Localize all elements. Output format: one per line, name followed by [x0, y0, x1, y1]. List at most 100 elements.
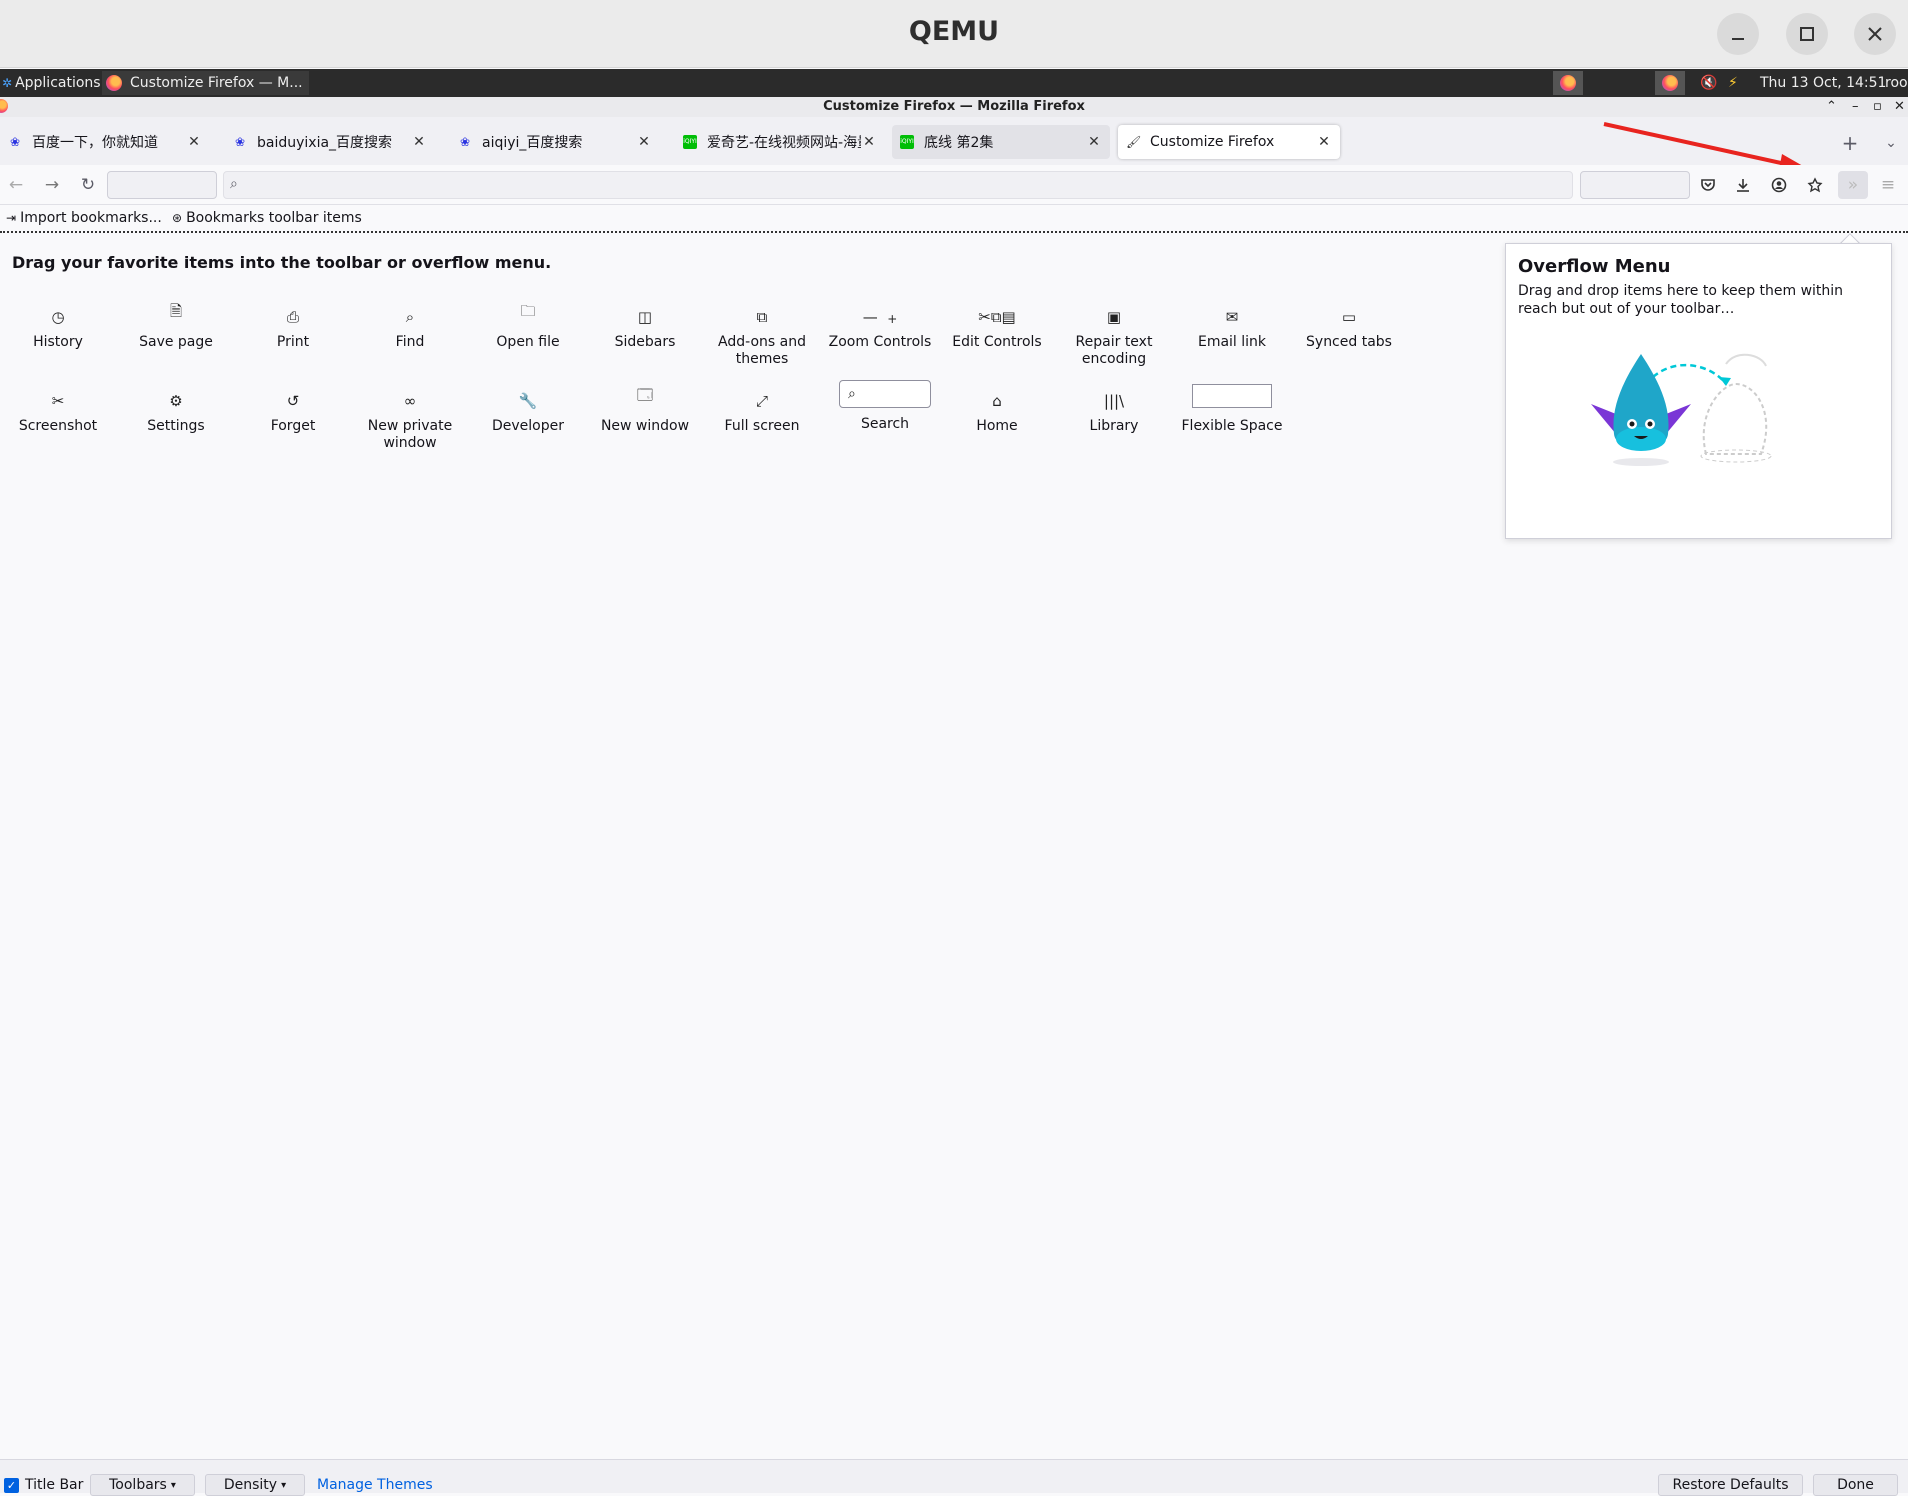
- palette-label: Find: [395, 334, 425, 350]
- palette-item-full-screen[interactable]: ⤢ Full screen: [707, 384, 817, 435]
- tab[interactable]: iQIYI 爱奇艺-在线视频网站-海量正 ✕: [675, 125, 885, 159]
- baidu-paw-icon: ❀: [9, 135, 21, 149]
- flexible-space-placeholder[interactable]: [107, 171, 217, 199]
- tab[interactable]: iQIYI 底线 第2集 ✕: [892, 125, 1110, 159]
- density-label: Density: [223, 1477, 278, 1493]
- overflow-menu-panel[interactable]: Overflow Menu Drag and drop items here t…: [1505, 243, 1892, 539]
- palette-item-open-file[interactable]: 🗀 Open file: [473, 300, 583, 351]
- palette-label: Library: [1089, 418, 1139, 434]
- pocket-icon[interactable]: [1696, 173, 1720, 197]
- palette-label: Print: [276, 334, 310, 350]
- print-icon: ⎙: [286, 308, 299, 326]
- search-icon: ⌕: [230, 176, 238, 192]
- palette-item-settings[interactable]: ⚙ Settings: [121, 384, 231, 435]
- applications-menu[interactable]: ✲ Applications: [2, 69, 101, 97]
- close-tab-icon[interactable]: ✕: [186, 134, 202, 150]
- sidebars-icon: ◫: [637, 308, 653, 326]
- window-minimize-icon[interactable]: –: [1852, 97, 1859, 117]
- flexible-space-placeholder[interactable]: [1580, 171, 1690, 199]
- home-icon: ⌂: [992, 392, 1002, 410]
- palette-item-library[interactable]: |||\ Library: [1059, 384, 1169, 435]
- palette-label: Flexible Space: [1181, 418, 1283, 434]
- list-all-tabs-icon[interactable]: ⌄: [1879, 131, 1903, 155]
- palette-item-repair-text-encoding[interactable]: ▣ Repair text encoding: [1059, 300, 1169, 368]
- tab-label: baiduyixia_百度搜索: [257, 135, 393, 151]
- maximize-icon[interactable]: [1786, 13, 1828, 55]
- palette-item-sidebars[interactable]: ◫ Sidebars: [590, 300, 700, 351]
- overflow-chevron-icon[interactable]: »: [1838, 171, 1868, 199]
- library-icon: |||\: [1103, 392, 1125, 410]
- palette-item-forget[interactable]: ↺ Forget: [238, 384, 348, 435]
- new-tab-icon[interactable]: +: [1838, 131, 1862, 155]
- palette-item-home[interactable]: ⌂ Home: [942, 384, 1052, 435]
- account-icon[interactable]: [1767, 173, 1791, 197]
- palette-item-screenshot[interactable]: ✂ Screenshot: [3, 384, 113, 435]
- palette-item-find[interactable]: ⌕ Find: [355, 300, 465, 351]
- bookmark-star-icon: ⊛: [172, 211, 183, 225]
- close-tab-icon[interactable]: ✕: [1316, 134, 1332, 150]
- addons-icon: ⧉: [756, 308, 768, 326]
- firefox-tray-icon-2[interactable]: [1655, 71, 1685, 95]
- palette-item-print[interactable]: ⎙ Print: [238, 300, 348, 351]
- palette-item-addons[interactable]: ⧉ Add-ons and themes: [707, 300, 817, 368]
- open-file-icon: 🗀: [520, 302, 536, 320]
- palette-label: Sidebars: [614, 334, 676, 350]
- tab[interactable]: ❀ aiqiyi_百度搜索 ✕: [450, 125, 660, 159]
- chevron-down-icon: ▾: [281, 1479, 287, 1491]
- window-close-icon[interactable]: ✕: [1894, 97, 1905, 117]
- network-icon[interactable]: ⚡: [1728, 69, 1738, 97]
- minimize-icon[interactable]: [1717, 13, 1759, 55]
- tab[interactable]: ❀ 百度一下，你就知道 ✕: [0, 125, 210, 159]
- import-icon: ⇥: [6, 211, 17, 225]
- close-tab-icon[interactable]: ✕: [861, 134, 877, 150]
- address-bar[interactable]: ⌕: [223, 171, 1573, 199]
- palette-item-search[interactable]: ⌕ Search: [830, 380, 940, 433]
- forward-icon[interactable]: →: [40, 173, 64, 197]
- palette-label: New private window: [367, 418, 453, 451]
- close-tab-icon[interactable]: ✕: [411, 134, 427, 150]
- palette-item-developer[interactable]: 🔧 Developer: [473, 384, 583, 435]
- palette-label: Forget: [270, 418, 316, 434]
- palette-label: History: [33, 334, 83, 350]
- bookmarks-toolbar-items[interactable]: ⊛ Bookmarks toolbar items: [172, 210, 362, 226]
- window-shade-icon[interactable]: ⌃: [1826, 97, 1837, 117]
- window-title: Customize Firefox — Mozilla Firefox: [823, 99, 1085, 114]
- zoom-icon: — +: [862, 308, 898, 326]
- palette-item-new-private-window[interactable]: ∞ New private window: [355, 384, 465, 452]
- title-bar-checkbox[interactable]: ✓ Title Bar: [4, 1477, 83, 1493]
- palette-item-zoom-controls[interactable]: — + Zoom Controls: [825, 300, 935, 351]
- hamburger-menu-icon[interactable]: ≡: [1876, 173, 1900, 197]
- palette-label: Save page: [139, 334, 213, 350]
- downloads-icon[interactable]: [1731, 173, 1755, 197]
- palette-item-history[interactable]: ◷ History: [3, 300, 113, 351]
- palette-item-save-page[interactable]: 🗎 Save page: [121, 300, 231, 351]
- palette-item-edit-controls[interactable]: ✂⧉▤ Edit Controls: [942, 300, 1052, 351]
- user-label[interactable]: root: [1885, 69, 1908, 97]
- firefox-icon: [106, 75, 122, 91]
- extensions-icon[interactable]: [1803, 173, 1827, 197]
- palette-item-email-link[interactable]: ✉ Email link: [1177, 300, 1287, 351]
- tab-customize-firefox[interactable]: 🖌 Customize Firefox ✕: [1118, 125, 1340, 159]
- palette-label: Email link: [1197, 334, 1267, 350]
- volume-muted-icon[interactable]: 🔇: [1700, 69, 1717, 97]
- tab[interactable]: ❀ baiduyixia_百度搜索 ✕: [225, 125, 435, 159]
- palette-item-flexible-space[interactable]: Flexible Space: [1177, 384, 1287, 435]
- close-tab-icon[interactable]: ✕: [636, 134, 652, 150]
- palette-item-synced-tabs[interactable]: ▭ Synced tabs: [1294, 300, 1404, 351]
- back-icon[interactable]: ←: [4, 173, 28, 197]
- clock[interactable]: Thu 13 Oct, 14:51: [1760, 69, 1886, 97]
- close-tab-icon[interactable]: ✕: [1086, 134, 1102, 150]
- bookmarks-toolbar-items-label: Bookmarks toolbar items: [186, 210, 362, 226]
- firefox-tray-icon[interactable]: [1553, 71, 1583, 95]
- customize-instructions: Drag your favorite items into the toolba…: [12, 253, 552, 272]
- desktop-panel: ✲ Applications Customize Firefox — M... …: [0, 69, 1908, 97]
- palette-item-new-window[interactable]: 🗔 New window: [590, 384, 700, 435]
- reload-icon[interactable]: ↻: [76, 173, 100, 197]
- window-maximize-icon[interactable]: ▫: [1873, 97, 1882, 117]
- tab-label: 底线 第2集: [924, 135, 994, 151]
- close-icon[interactable]: [1854, 13, 1896, 55]
- manage-themes-link[interactable]: Manage Themes: [317, 1477, 433, 1493]
- palette-label: Settings: [147, 418, 205, 434]
- import-bookmarks-button[interactable]: ⇥ Import bookmarks...: [6, 210, 162, 226]
- taskbar-button-firefox[interactable]: Customize Firefox — M...: [102, 71, 309, 95]
